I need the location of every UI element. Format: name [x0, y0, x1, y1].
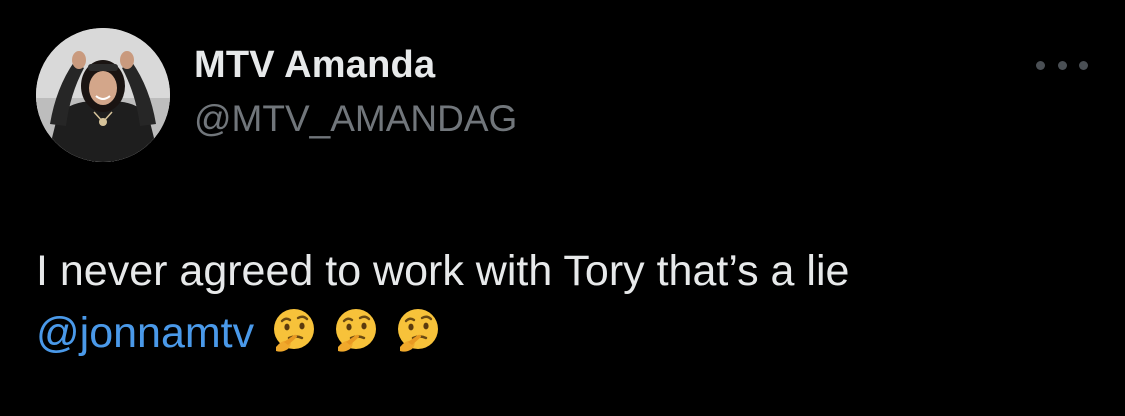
profile-photo — [36, 28, 170, 162]
tweet-text: I never agreed to work with Tory that’s … — [36, 247, 850, 295]
thinking-face-emoji — [398, 309, 439, 352]
display-name[interactable]: MTV Amanda — [194, 44, 435, 87]
more-options-icon[interactable] — [1036, 52, 1088, 78]
user-handle[interactable]: @MTV_AMANDAG — [194, 98, 517, 140]
tweet: MTV Amanda @MTV_AMANDAG I never agreed t… — [0, 0, 1125, 416]
avatar[interactable] — [36, 28, 170, 162]
tweet-second-line: @jonnamtv — [36, 302, 1096, 364]
more-dot — [1079, 60, 1088, 70]
thinking-face-emoji — [336, 309, 377, 352]
more-dot — [1057, 60, 1067, 70]
more-dot — [1036, 60, 1045, 70]
thinking-face-emoji — [274, 309, 315, 352]
mention-link[interactable]: @jonnamtv — [36, 309, 254, 357]
tweet-body: I never agreed to work with Tory that’s … — [36, 240, 1096, 364]
